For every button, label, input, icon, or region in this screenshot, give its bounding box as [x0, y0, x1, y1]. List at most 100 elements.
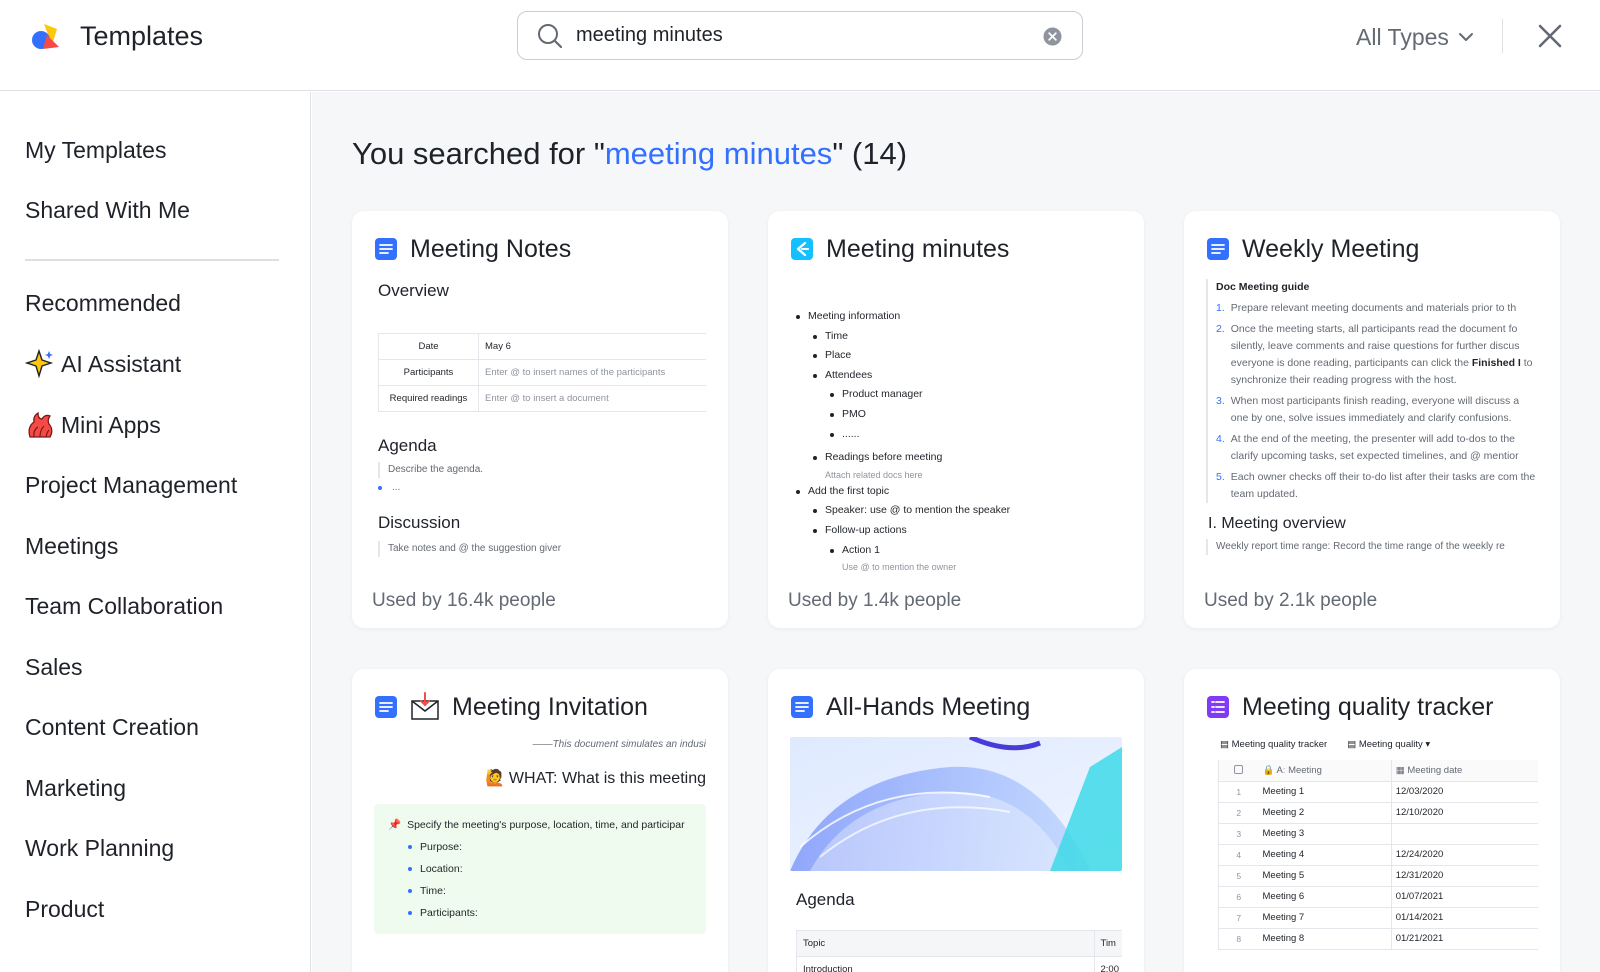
table-cell: Participants: [378, 359, 479, 386]
main-content: You searched for "meeting minutes" (14) …: [312, 92, 1600, 972]
person-icon: 🙋: [484, 770, 505, 787]
templates-logo-icon: [32, 24, 59, 49]
sidebar-item-label: Project Management: [25, 472, 238, 498]
list-item: Product manager: [830, 385, 1122, 405]
table-cell: 12/31/2020: [1391, 865, 1538, 887]
sidebar-item-project-management[interactable]: Project Management: [25, 470, 237, 500]
doc-icon: [791, 696, 813, 718]
card-title: Meeting quality tracker: [1242, 693, 1494, 721]
minutes-icon: [791, 238, 813, 260]
sidebar-item-shared-with-me[interactable]: Shared With Me: [25, 195, 190, 225]
hero-image: [790, 737, 1122, 871]
preview-callout: 📌 Specify the meeting's purpose, location…: [374, 804, 706, 934]
usage-count: Used by 16.4k people: [372, 590, 556, 611]
table-cell: 1: [1218, 781, 1259, 803]
close-icon[interactable]: [1534, 20, 1566, 52]
template-card-meeting-invitation[interactable]: Meeting Invitation ——This document simul…: [352, 669, 728, 972]
sidebar-item-label: Marketing: [25, 775, 126, 801]
card-title: Meeting Notes: [410, 235, 572, 263]
sidebar-item-sales[interactable]: Sales: [25, 652, 83, 682]
guide-number: 4.: [1216, 433, 1225, 445]
guide-text: Once the meeting starts, all participant…: [1231, 321, 1538, 389]
sidebar-item-my-templates[interactable]: My Templates: [25, 135, 166, 165]
sidebar-item-work-planning[interactable]: Work Planning: [25, 833, 174, 863]
checkbox-icon: [1234, 764, 1244, 774]
list-item: Action 1: [830, 541, 1122, 561]
table-cell: Required readings: [378, 385, 479, 412]
header: Templates All Types: [0, 0, 1600, 91]
table-cell: Meeting 6: [1258, 886, 1392, 908]
card-header: Meeting Notes: [374, 233, 571, 265]
sidebar-item-mini-apps[interactable]: Mini Apps: [25, 410, 161, 440]
preview-text: Describe the agenda.: [378, 462, 706, 478]
sidebar-item-label: Mini Apps: [61, 412, 161, 438]
list-item: Time:: [388, 880, 692, 902]
card-title: Meeting Invitation: [452, 693, 648, 721]
sidebar-item-meetings[interactable]: Meetings: [25, 531, 118, 561]
callout-text: Specify the meeting's purpose, location,…: [407, 819, 685, 831]
list-item: Time: [813, 327, 1122, 347]
table-row: 3 Meeting 3: [1218, 823, 1538, 845]
table-row: 5 Meeting 5 12/31/2020: [1218, 865, 1538, 887]
template-preview: Overview Date May 6 Participants Enter @ t…: [374, 275, 706, 572]
sidebar-item-marketing[interactable]: Marketing: [25, 773, 126, 803]
header-divider: [1502, 19, 1503, 53]
list-item: Attendees: [813, 366, 1122, 386]
card-header: Weekly Meeting: [1206, 233, 1419, 265]
guide-item: 3. When most participants finish reading,…: [1216, 393, 1538, 427]
card-title: Weekly Meeting: [1242, 235, 1420, 263]
template-card-weekly-meeting[interactable]: Weekly Meeting Doc Meeting guide 1. Prepa…: [1184, 211, 1560, 628]
list-item: Participants:: [388, 902, 692, 924]
table-row: Topic Tim: [796, 930, 1122, 957]
clear-search-icon[interactable]: [1043, 27, 1062, 46]
search-icon: [538, 24, 563, 49]
view-tab: ▤ Meeting quality ▾: [1347, 739, 1431, 750]
pin-icon: 📌: [388, 819, 402, 831]
app-title: Templates: [80, 21, 204, 51]
search-box[interactable]: [517, 11, 1083, 60]
view-tab: ▤ Meeting quality tracker: [1220, 739, 1328, 750]
table-cell: 01/21/2021: [1391, 928, 1538, 950]
sidebar-item-team-collaboration[interactable]: Team Collaboration: [25, 591, 223, 621]
guide-item: 2. Once the meeting starts, all participa…: [1216, 321, 1538, 389]
template-preview: ▤ Meeting quality tracker ▤ Meeting qual…: [1206, 739, 1538, 972]
bullet-text: ...: [392, 482, 401, 493]
template-preview: Meeting information Time Place Attendees…: [790, 275, 1122, 572]
list-item: Place: [813, 346, 1122, 366]
preview-guide: Doc Meeting guide 1. Prepare relevant mee…: [1206, 279, 1538, 503]
table-cell: Enter @ to insert a document: [478, 385, 706, 412]
guide-text: When most participants finish reading, e…: [1230, 395, 1520, 424]
sidebar-item-ai-assistant[interactable]: AI Assistant: [25, 349, 181, 379]
chevron-down-icon: [1458, 33, 1473, 41]
sidebar-item-content-creation[interactable]: Content Creation: [25, 712, 199, 742]
search-input[interactable]: [576, 20, 1016, 50]
guide-title: Doc Meeting guide: [1216, 281, 1310, 293]
template-card-meeting-quality-tracker[interactable]: Meeting quality tracker ▤ Meeting qualit…: [1184, 669, 1560, 972]
card-header: Meeting quality tracker: [1206, 691, 1494, 723]
table-cell: 01/07/2021: [1391, 886, 1538, 908]
callout-title: 📌 Specify the meeting's purpose, location…: [388, 814, 692, 836]
template-card-meeting-notes[interactable]: Meeting Notes Overview Date May 6 Partici…: [352, 211, 728, 628]
sidebar-item-label: Recommended: [25, 290, 181, 316]
view-tab-label: Meeting quality: [1358, 739, 1423, 750]
sidebar-item-label: AI Assistant: [61, 351, 182, 377]
type-filter-dropdown[interactable]: All Types: [1356, 20, 1475, 54]
preview-outline: Meeting information Time Place Attendees…: [796, 307, 1122, 572]
table-cell: 2: [1218, 802, 1259, 824]
sidebar-divider: [25, 259, 279, 261]
template-card-meeting-minutes[interactable]: Meeting minutes Meeting information Time…: [768, 211, 1144, 628]
result-prefix: You searched for ": [352, 136, 605, 171]
table-cell: Meeting 5: [1258, 865, 1392, 887]
table-row: Date May 6: [378, 333, 706, 360]
table-cell: 6: [1218, 886, 1259, 908]
template-card-all-hands-meeting[interactable]: All-Hands Meeting Agenda Topic Tim Introd…: [768, 669, 1144, 972]
guide-bold-text: Finished I: [1471, 357, 1521, 369]
list-item: PMO: [830, 405, 1122, 425]
table-cell: 3: [1218, 823, 1259, 845]
table-cell: 8: [1218, 928, 1259, 950]
sidebar-item-recommended[interactable]: Recommended: [25, 288, 181, 318]
usage-count: Used by 2.1k people: [1204, 590, 1378, 611]
guide-number: 2.: [1216, 323, 1225, 335]
sidebar-item-product[interactable]: Product: [25, 894, 104, 924]
table-row: 8 Meeting 8 01/21/2021: [1218, 928, 1538, 950]
